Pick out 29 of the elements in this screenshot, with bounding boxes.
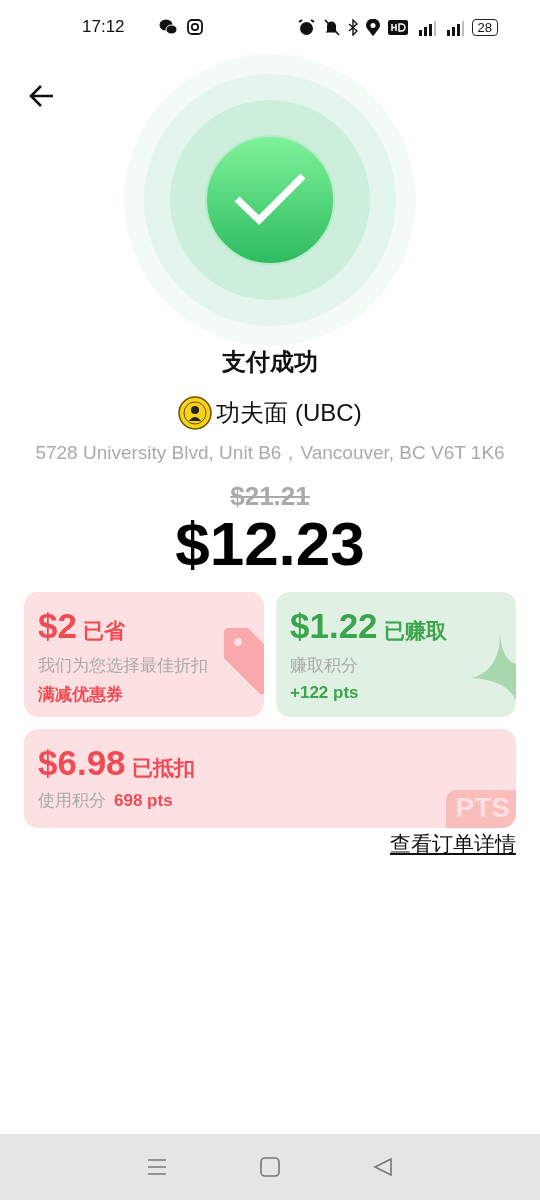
amount: $6.98 — [38, 743, 126, 783]
chat-bubbles-icon — [158, 19, 177, 35]
restaurant-address: 5728 University Blvd, Unit B6，Vancouver, BC V6T 1K6 — [34, 441, 506, 465]
clock-time: 17:12 — [82, 17, 125, 37]
paid-amount: $12.23 — [175, 512, 365, 576]
card-note: 赚取积分 — [290, 655, 359, 677]
camera-icon — [186, 19, 203, 35]
check-icon — [205, 135, 335, 265]
amount: $1.22 — [290, 606, 378, 646]
page-title: 支付成功 — [222, 347, 318, 377]
card-note: 使用积分 — [38, 790, 106, 812]
battery-level: 28 — [471, 18, 498, 36]
original-price: $21.21 — [230, 481, 310, 512]
amount-label: 已抵扣 — [131, 755, 195, 781]
location-pin-icon — [365, 18, 380, 36]
bluetooth-icon — [347, 18, 358, 36]
amount-label: 已赚取 — [383, 618, 447, 644]
alarm-icon — [297, 18, 315, 36]
card-note: 我们为您选择最佳折扣 — [38, 655, 209, 677]
card-detail: 698 pts — [114, 791, 173, 811]
bell-off-icon — [322, 18, 340, 36]
amount-label: 已省 — [82, 618, 125, 644]
restaurant-name: 功夫面 (UBC) — [216, 398, 362, 428]
hd-icon — [387, 19, 408, 35]
card-detail: +122 pts — [290, 683, 360, 703]
card-detail: 满减优惠券 — [38, 684, 124, 706]
order-details-link[interactable]: 查看订单详情 — [390, 830, 516, 858]
restaurant-logo-icon — [178, 396, 213, 430]
amount: $2 — [38, 606, 77, 646]
